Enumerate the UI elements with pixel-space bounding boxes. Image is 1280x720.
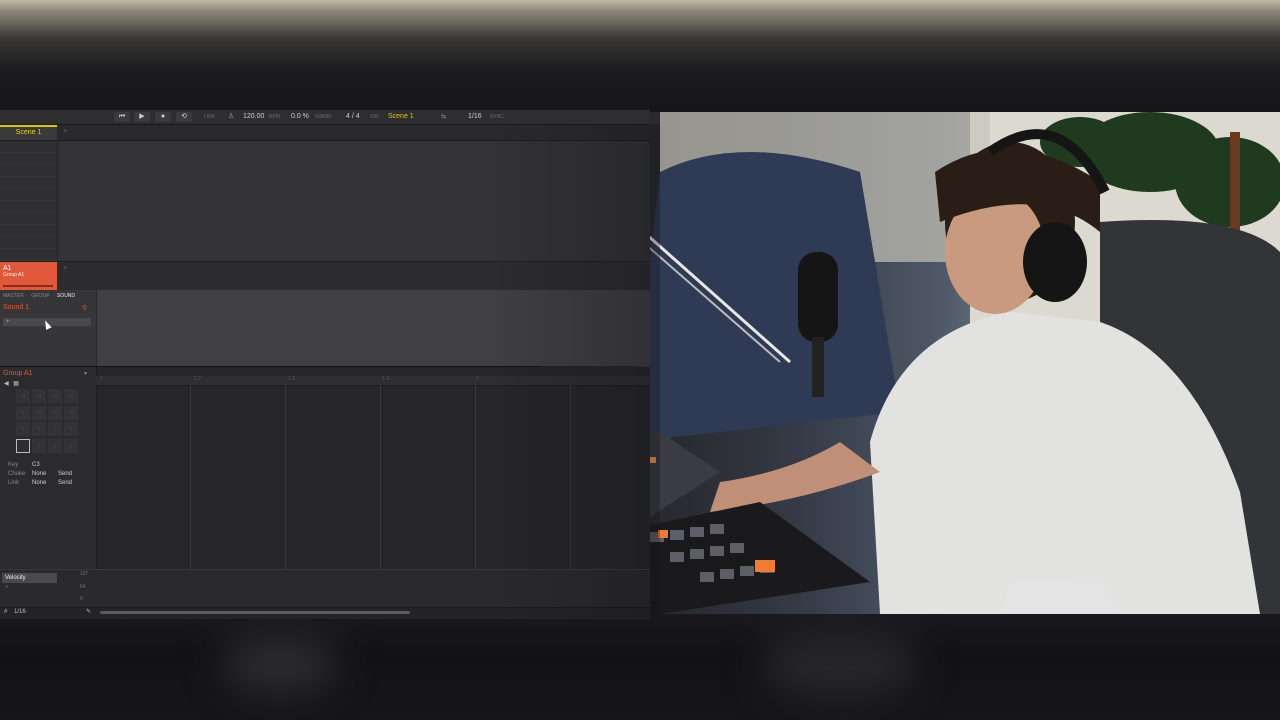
prop-link-value[interactable]: None [32, 480, 58, 486]
quantize-value[interactable]: 1/16 [468, 112, 482, 122]
velocity-min: 0 [80, 596, 83, 602]
ruler-mark: 2 [476, 376, 479, 382]
velocity-mid: 64 [80, 584, 86, 590]
swing-label: SWING [315, 114, 332, 120]
prop-choke-label: Choke [8, 471, 26, 477]
pad[interactable]: 12 [64, 405, 78, 420]
loop-button[interactable]: ⟲ [176, 112, 192, 122]
pad-grid: 13 14 15 16 9 10 11 12 5 6 7 8 2 3 4 [16, 389, 80, 453]
sound-name[interactable]: Sound 1 [3, 304, 29, 311]
grid-resolution[interactable]: 1/16 [14, 609, 26, 615]
link-toggle[interactable]: LINK [204, 112, 215, 122]
sig-label: SIG [370, 114, 379, 120]
tab-master[interactable]: MASTER [3, 293, 24, 299]
prop-choke-value[interactable]: None [32, 471, 58, 477]
pad[interactable]: 8 [64, 422, 78, 436]
pencil-icon[interactable]: ✎ [86, 608, 91, 615]
pad[interactable]: 15 [48, 389, 62, 403]
ruler-mark: 1.3 [288, 376, 295, 382]
prop-key-label: Key [8, 462, 19, 468]
velocity-tab[interactable]: Velocity [2, 573, 57, 583]
pad-view-icons: ◀ ▦ [4, 380, 19, 387]
group-label: Group A1 [3, 272, 25, 278]
pad[interactable]: 16 [64, 389, 78, 403]
group-id: A1 [3, 265, 12, 272]
velocity-max: 127 [80, 571, 89, 577]
search-icon[interactable]: ⚲ [82, 304, 87, 312]
ruler-mark: 1.4 [382, 376, 389, 382]
video-bottom-blur [0, 614, 1280, 720]
pad[interactable]: 2 [32, 438, 46, 453]
tempo-unit: BPM [269, 114, 280, 120]
play-button[interactable]: ▶ [134, 112, 150, 122]
horizontal-scrollbar[interactable] [100, 611, 410, 614]
group-color-line [3, 285, 53, 287]
channel-tabs: MASTER GROUP SOUND [3, 293, 81, 299]
add-lane-button[interactable]: + [5, 584, 9, 591]
pad[interactable]: 4 [64, 438, 78, 453]
swing-value[interactable]: 0.0 % [291, 112, 309, 122]
speaker-icon[interactable]: ◀ [4, 381, 9, 387]
prop-link-send[interactable]: Send [58, 480, 72, 486]
ruler-mark: 1 [100, 376, 103, 382]
transport-bar: ⏮ ▶ ● ⟲ LINK ♙ 120.00 BPM 0.0 % SWING 4 … [0, 110, 650, 125]
follow-icon[interactable]: ⇆ [441, 112, 446, 122]
group-tab-a1[interactable]: A1 Group A1 [0, 262, 57, 290]
metronome-icon[interactable]: ♙ [228, 112, 234, 122]
tempo-value[interactable]: 120.00 [243, 112, 264, 122]
blend-fade [490, 124, 660, 618]
sound-properties: Key C3 Choke None Send Link None Send [8, 462, 72, 489]
add-group-button[interactable]: + [63, 265, 67, 272]
pad[interactable]: 9 [16, 405, 30, 420]
scene-tab-1[interactable]: Scene 1 [0, 125, 57, 140]
rewind-button[interactable]: ⏮ [114, 112, 130, 122]
grid-icon[interactable]: # [4, 609, 7, 615]
record-button[interactable]: ● [155, 112, 171, 122]
pad[interactable]: 11 [48, 405, 62, 420]
pattern-group-name[interactable]: Group A1 [3, 370, 33, 377]
tab-group[interactable]: GROUP [31, 293, 49, 299]
ruler-mark: 1.2 [194, 376, 201, 382]
plugin-strip: MASTER GROUP SOUND Sound 1 ⚲ + [0, 290, 97, 366]
pad[interactable]: 13 [16, 389, 30, 403]
pad-selected[interactable] [16, 438, 30, 453]
video-top-blur [0, 0, 1280, 112]
pad[interactable]: 3 [48, 438, 62, 453]
tab-sound[interactable]: SOUND [57, 293, 75, 299]
pad[interactable]: 7 [48, 422, 62, 436]
arranger-group-column [0, 141, 58, 261]
prop-choke-send[interactable]: Send [58, 471, 72, 477]
grid-icon[interactable]: ▦ [13, 381, 19, 387]
pad[interactable]: 14 [32, 389, 46, 403]
pad[interactable]: 6 [32, 422, 46, 436]
prop-key-value[interactable]: C3 [32, 462, 58, 468]
sync-label[interactable]: SYNC [490, 112, 504, 122]
chevron-down-icon[interactable]: ▾ [84, 370, 87, 377]
pad[interactable]: 10 [32, 405, 46, 420]
current-scene[interactable]: Scene 1 [388, 112, 414, 122]
signature-value[interactable]: 4 / 4 [346, 112, 360, 122]
pad[interactable]: 5 [16, 422, 30, 436]
add-scene-button[interactable]: + [63, 128, 67, 135]
prop-link-label: Link [8, 480, 20, 486]
